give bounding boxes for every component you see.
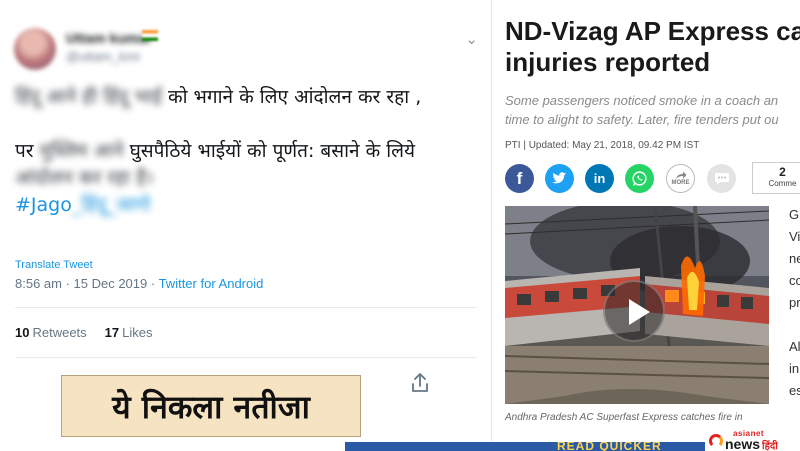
tweet-text-segment: घुसपैठिये भाईयों को पूर्णत: बसाने के लिय… xyxy=(123,140,416,162)
body-fragment: co xyxy=(789,273,800,288)
caption-overlay: ये निकला नतीजा xyxy=(61,375,361,437)
summary-line: time to alight to safety. Later, fire te… xyxy=(505,112,779,127)
tweet-line: आंदोलन कर रहा है। xyxy=(15,165,475,192)
news-article: ND-Vizag AP Express ca injuries reported… xyxy=(493,0,800,451)
tweet-text-segment: को भगाने के लिए आंदोलन कर रहा , xyxy=(161,86,422,108)
logo-hindi: हिंदी xyxy=(762,441,778,451)
comment-label: Comme xyxy=(768,179,797,188)
linkedin-share-button[interactable]: in xyxy=(585,164,614,193)
hashtag-line[interactable]: #Jago_हिंदू_जागो xyxy=(15,192,475,219)
tweet-line: हिंदू आने ही हिंदू भाई को भगाने के लिए आ… xyxy=(15,84,475,111)
facebook-icon: f xyxy=(516,168,523,188)
tweet-text: हिंदू आने ही हिंदू भाई को भगाने के लिए आ… xyxy=(15,84,475,219)
avatar[interactable] xyxy=(14,28,56,70)
blurred-text: आंदोलन कर रहा है। xyxy=(15,167,154,189)
body-fragment: Al xyxy=(789,339,800,354)
tweet-author[interactable]: Uttam kumar @uttam_kmr xyxy=(66,30,266,70)
comment-button[interactable] xyxy=(707,164,736,193)
body-fragment xyxy=(789,402,800,424)
blurred-text: हिंदू आने ही हिंदू भाई xyxy=(15,86,162,108)
share-icon[interactable] xyxy=(410,372,430,394)
hashtag-link[interactable]: #Jago xyxy=(15,194,72,216)
user-handle[interactable]: @uttam_kmr xyxy=(66,49,266,64)
comment-bubble-icon xyxy=(714,172,729,185)
whatsapp-share-button[interactable]: w xyxy=(625,164,654,193)
blurred-text: मुस्लिम आने xyxy=(39,140,124,162)
logo-main-text: news हिंदी xyxy=(725,436,778,451)
tweet-line: पर मुस्लिम आने घुसपैठिये भाईयों को पूर्ण… xyxy=(15,138,475,165)
comment-count: 2 xyxy=(779,165,786,179)
body-fragment: G xyxy=(789,207,800,222)
more-label: MORE xyxy=(671,180,690,186)
comments-count-box[interactable]: 2 Comme xyxy=(752,162,800,194)
tweet-source[interactable]: Twitter for Android xyxy=(159,276,264,291)
asianet-news-logo: asianet news हिंदी xyxy=(705,428,800,451)
article-summary: Some passengers noticed smoke in a coach… xyxy=(505,91,800,129)
summary-line: Some passengers noticed smoke in a coach… xyxy=(505,93,779,108)
india-flag-icon xyxy=(142,30,158,41)
article-body-clipped: G Vi ne co pr Al in es "T xyxy=(789,204,800,446)
tweet-stats: 10 Retweets 17 Likes xyxy=(15,325,153,340)
video-player[interactable] xyxy=(505,206,769,404)
twitter-share-button[interactable]: t xyxy=(545,164,574,193)
twitter-bird-icon xyxy=(552,172,567,184)
facebook-share-button[interactable]: f xyxy=(505,164,534,193)
retweets-count[interactable]: 10 xyxy=(15,325,29,340)
whatsapp-icon xyxy=(632,171,647,186)
tweet-text-segment: पर xyxy=(15,140,40,162)
translate-tweet-link[interactable]: Translate Tweet xyxy=(15,259,93,271)
retweets-label[interactable]: Retweets xyxy=(32,325,86,340)
play-button[interactable] xyxy=(603,280,665,342)
body-fragment: pr xyxy=(789,295,800,310)
user-name[interactable]: Uttam kumar xyxy=(66,30,266,46)
tweet-timestamp[interactable]: 8:56 am · 15 Dec 2019 · xyxy=(15,276,159,291)
article-headline: ND-Vizag AP Express ca injuries reported xyxy=(505,16,800,78)
divider xyxy=(15,307,477,308)
video-caption: Andhra Pradesh AC Superfast Express catc… xyxy=(505,412,743,423)
headline-line: injuries reported xyxy=(505,47,711,77)
chevron-down-icon[interactable]: ⌄ xyxy=(465,30,478,48)
tweet-meta: 8:56 am · 15 Dec 2019 · Twitter for Andr… xyxy=(15,276,263,291)
headline-line: ND-Vizag AP Express ca xyxy=(505,16,800,46)
banner-text[interactable]: READ QUICKER xyxy=(557,442,662,451)
likes-count[interactable]: 17 xyxy=(105,325,119,340)
blurred-hashtag[interactable]: _हिंदू_जागो xyxy=(72,194,151,216)
body-fragment: Vi xyxy=(789,229,800,244)
divider xyxy=(15,357,477,358)
article-byline: PTI | Updated: May 21, 2018, 09.42 PM IS… xyxy=(505,140,700,151)
share-arrow-icon xyxy=(675,171,686,179)
body-fragment: in xyxy=(789,361,800,376)
body-fragment xyxy=(789,314,800,336)
tweet-header: Uttam kumar @uttam_kmr ⌄ xyxy=(14,22,484,74)
linkedin-icon: in xyxy=(593,171,606,186)
share-bar: f t in w MORE 2 Comme xyxy=(505,162,800,194)
asianet-swoosh-icon xyxy=(709,434,723,448)
likes-label[interactable]: Likes xyxy=(122,325,152,340)
logo-news: news xyxy=(725,436,761,451)
more-share-button[interactable]: MORE xyxy=(666,164,695,193)
body-fragment: es xyxy=(789,383,800,398)
body-fragment: ne xyxy=(789,251,800,266)
